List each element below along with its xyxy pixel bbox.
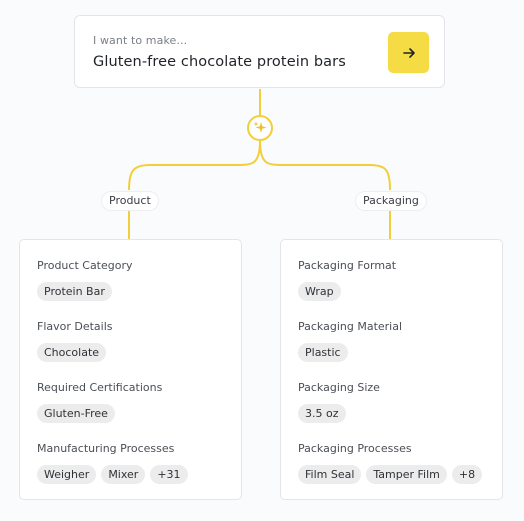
submit-button[interactable] xyxy=(388,32,429,73)
certifications-field: Required Certifications Gluten-Free xyxy=(37,380,162,423)
packaging-process-chip[interactable]: Tamper Film xyxy=(366,465,447,484)
certifications-label: Required Certifications xyxy=(37,381,163,394)
packaging-format-label: Packaging Format xyxy=(298,259,397,272)
packaging-material-label: Packaging Material xyxy=(298,320,403,333)
more-processes-chip[interactable]: +31 xyxy=(150,465,188,484)
flavor-details-field: Flavor Details Chocolate xyxy=(37,319,113,362)
packaging-process-chip[interactable]: Film Seal xyxy=(298,465,362,484)
packaging-format-chip[interactable]: Wrap xyxy=(298,282,341,301)
flavor-chip[interactable]: Chocolate xyxy=(37,343,107,362)
manufacturing-processes-label: Manufacturing Processes xyxy=(37,442,175,455)
arrow-right-icon xyxy=(402,47,415,58)
process-chip[interactable]: Weigher xyxy=(37,465,97,484)
packaging-branch-label: Packaging xyxy=(356,192,426,210)
packaging-processes-field: Packaging Processes Film Seal Tamper Fil… xyxy=(298,441,483,484)
product-category-field: Product Category Protein Bar xyxy=(37,258,133,301)
sparkle-icon xyxy=(247,115,273,141)
product-panel: Product Category Protein Bar Flavor Deta… xyxy=(19,239,242,500)
prompt-label: I want to make... xyxy=(93,34,188,47)
certification-chip[interactable]: Gluten-Free xyxy=(37,404,115,423)
flavor-details-label: Flavor Details xyxy=(37,320,113,333)
more-packaging-processes-chip[interactable]: +8 xyxy=(451,465,483,484)
packaging-material-chip[interactable]: Plastic xyxy=(298,343,348,362)
prompt-card: I want to make... Gluten-free chocolate … xyxy=(74,15,445,88)
product-branch-label: Product xyxy=(102,192,158,210)
packaging-panel: Packaging Format Wrap Packaging Material… xyxy=(280,239,503,500)
packaging-processes-label: Packaging Processes xyxy=(298,442,412,455)
packaging-format-field: Packaging Format Wrap xyxy=(298,258,396,301)
packaging-size-chip[interactable]: 3.5 oz xyxy=(298,404,346,423)
packaging-material-field: Packaging Material Plastic xyxy=(298,319,402,362)
manufacturing-processes-field: Manufacturing Processes Weigher Mixer +3… xyxy=(37,441,188,484)
packaging-size-label: Packaging Size xyxy=(298,381,380,394)
product-category-label: Product Category xyxy=(37,259,133,272)
product-category-chip[interactable]: Protein Bar xyxy=(37,282,112,301)
prompt-input[interactable]: Gluten-free chocolate protein bars xyxy=(93,54,346,70)
process-chip[interactable]: Mixer xyxy=(101,465,146,484)
packaging-size-field: Packaging Size 3.5 oz xyxy=(298,380,380,423)
